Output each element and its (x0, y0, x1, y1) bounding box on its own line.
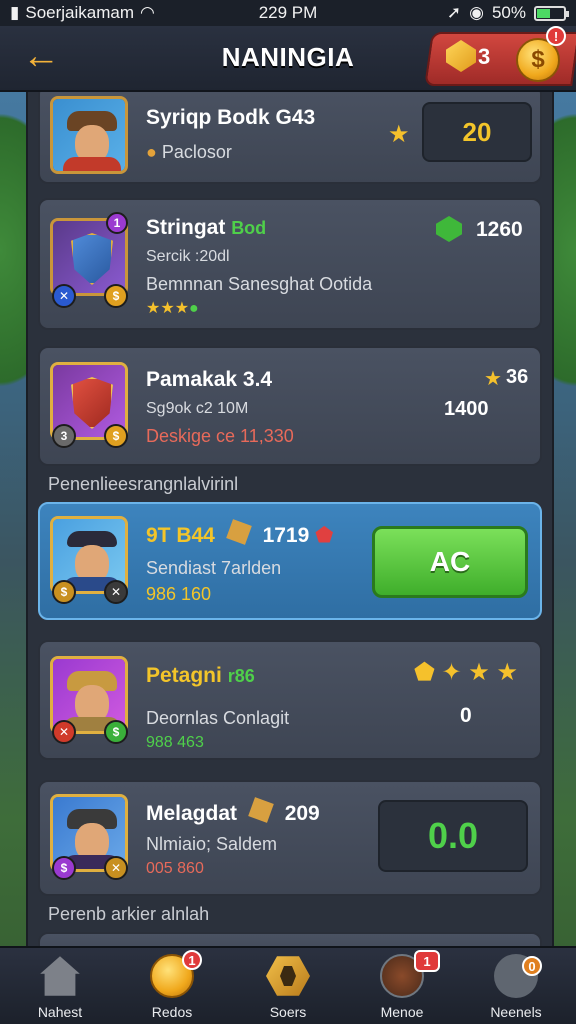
player-name: Stringat Bod (146, 216, 267, 239)
shield-icon: ⬟ (315, 524, 334, 547)
player-description: Deskige ce 11,330 (146, 426, 294, 446)
level-badge-icon: 1 (106, 212, 128, 234)
purple-badge-icon: $ (52, 856, 76, 880)
player-score: 005 860 (146, 860, 204, 877)
bag-icon: ● (146, 142, 157, 162)
bottom-navigation: Nahest Redos Soers Menoe Neenels (0, 946, 576, 1024)
list-item-highlighted[interactable]: $ ✕ 9T B44 1719 ⬟ Sendiast 7arlden 986 1… (38, 502, 542, 620)
nav-label: Menoe (380, 1004, 424, 1020)
player-subtitle: Sendiast 7arlden (146, 558, 282, 578)
stars-icon: ⬟ ✦ ★ ★ (414, 659, 519, 686)
hexagon-icon (266, 956, 310, 996)
alarm-icon: ◉ (469, 3, 484, 22)
list-item[interactable]: ✕ $ Petagni r86 Deornlas Conlagit 988 46… (38, 640, 542, 760)
list-item[interactable]: 3 $ Pamakak 3.4 Sg9ok c2 10M Deskige ce … (38, 346, 542, 466)
rating-stars-icon: ★★★● (146, 300, 199, 317)
player-description: Bemnnan Sanesghat Ootida (146, 274, 373, 294)
gem-value: 1260 (476, 218, 523, 241)
coin-badge-icon: $ (52, 580, 76, 604)
player-stat: Sg9ok c2 10M (146, 400, 249, 417)
player-subtitle: Nlmiaio; Saldem (146, 834, 278, 854)
player-score: 986 160 (146, 584, 212, 604)
green-badge-icon: $ (104, 720, 128, 744)
red-badge-icon: ✕ (52, 720, 76, 744)
list-item[interactable]: $ ✕ Melagdat 209 Nlmiaio; Saldem 005 860… (38, 780, 542, 896)
nav-rewards[interactable]: Redos (124, 954, 220, 1020)
coin-symbol: $ (531, 46, 545, 73)
battery-icon (534, 5, 569, 21)
carrier-name: Soerjaikamam (25, 3, 135, 22)
player-stat: Sercik :20dl (146, 248, 230, 265)
gem-count: 3 (478, 44, 491, 69)
list-item[interactable]: Syriqp Bodk G43 ● Paclosor ★ 20 (38, 92, 542, 184)
green-gem-icon (436, 216, 462, 242)
crossed-swords-icon: ✕ (104, 580, 128, 604)
score-box: 0.0 (378, 800, 528, 872)
battery-percent: 50% (491, 3, 526, 22)
score-box: 20 (422, 102, 532, 162)
coin-notification-icon: ! (546, 26, 566, 46)
player-subtitle: Deornlas Conlagit (146, 708, 290, 728)
treasure-chest-icon (248, 797, 274, 823)
home-icon (40, 956, 80, 996)
coin-badge-icon: $ (104, 424, 128, 448)
section-header: Penenlieesrangnlalvirinl (48, 474, 239, 494)
silver-badge-icon: 3 (52, 424, 76, 448)
signal-icon: ▮ (10, 3, 20, 22)
wifi-icon: ◠ (140, 3, 155, 22)
nav-news[interactable]: Neenels (468, 954, 564, 1020)
accept-button[interactable]: AC (372, 526, 528, 598)
coin-badge-icon: $ (104, 284, 128, 308)
section-header: Perenb arkier alnlah (48, 904, 210, 924)
leaderboard-panel[interactable]: Syriqp Bodk G43 ● Paclosor ★ 20 ✕ $ 1 St… (26, 92, 554, 948)
player-subtitle: ● Paclosor (146, 142, 232, 162)
nav-label: Neenels (490, 1004, 542, 1020)
coin-badge-icon: ✕ (104, 856, 128, 880)
score-value: 1400 (444, 398, 489, 420)
star-icon: ★ (484, 368, 502, 390)
status-bar: ▮ Soerjaikamam ◠ 229 PM ➚ ◉ 50% (0, 0, 576, 26)
score-value: 0 (460, 704, 472, 727)
player-name: 9T B44 1719 ⬟ (146, 519, 334, 548)
nav-label: Soers (269, 1004, 307, 1020)
player-name: Petagni r86 (146, 664, 255, 687)
avatar (50, 96, 128, 174)
star-count: 36 (506, 366, 529, 388)
treasure-chest-icon (225, 519, 252, 545)
nav-label: Nahest (37, 1004, 83, 1020)
list-item[interactable]: ✕ $ 1 Stringat Bod Sercik :20dl Bemnnan … (38, 198, 542, 330)
nav-scores[interactable]: Soers (240, 954, 336, 1020)
notification-badge: 1 (182, 950, 202, 970)
notification-badge: 1 (414, 950, 440, 972)
player-name: Syriqp Bodk G43 (146, 106, 316, 129)
player-name: Melagdat 209 (146, 797, 320, 826)
player-score: 988 463 (146, 734, 204, 751)
blue-badge-icon: ✕ (52, 284, 76, 308)
location-icon: ➚ (446, 3, 462, 22)
star-icon: ★ (388, 121, 410, 148)
nav-home[interactable]: Nahest (12, 954, 108, 1020)
nav-label: Redos (151, 1004, 193, 1020)
player-name: Pamakak 3.4 (146, 368, 273, 391)
notification-badge: 0 (522, 956, 542, 976)
